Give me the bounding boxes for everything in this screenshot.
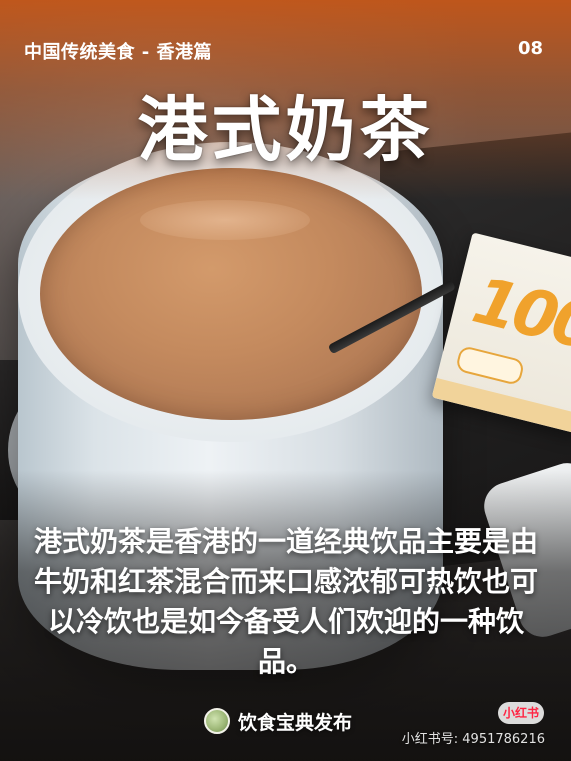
xiaohongshu-id: 小红书号: 4951786216 (401, 732, 545, 747)
brand-name: 饮食宝典发布 (238, 711, 353, 734)
poster: 100 中国传统美食 - 香港篇 08 港式奶茶 港式奶茶是香港的一道经典饮品主… (0, 0, 571, 761)
food-logo-icon (204, 708, 230, 734)
page-title: 港式奶茶 (137, 89, 434, 171)
brand-signature: 饮食宝典发布 (204, 706, 352, 736)
page-number: 08 (517, 38, 543, 59)
sugar-packet-badge (454, 344, 526, 387)
series-label: 中国传统美食 - 香港篇 (24, 42, 213, 63)
tea-reflection (140, 200, 310, 240)
xiaohongshu-badge: 小红书 (498, 702, 544, 724)
description-text: 港式奶茶是香港的一道经典饮品主要是由牛奶和红茶混合而来口感浓郁可热饮也可以冷饮也… (33, 525, 538, 678)
